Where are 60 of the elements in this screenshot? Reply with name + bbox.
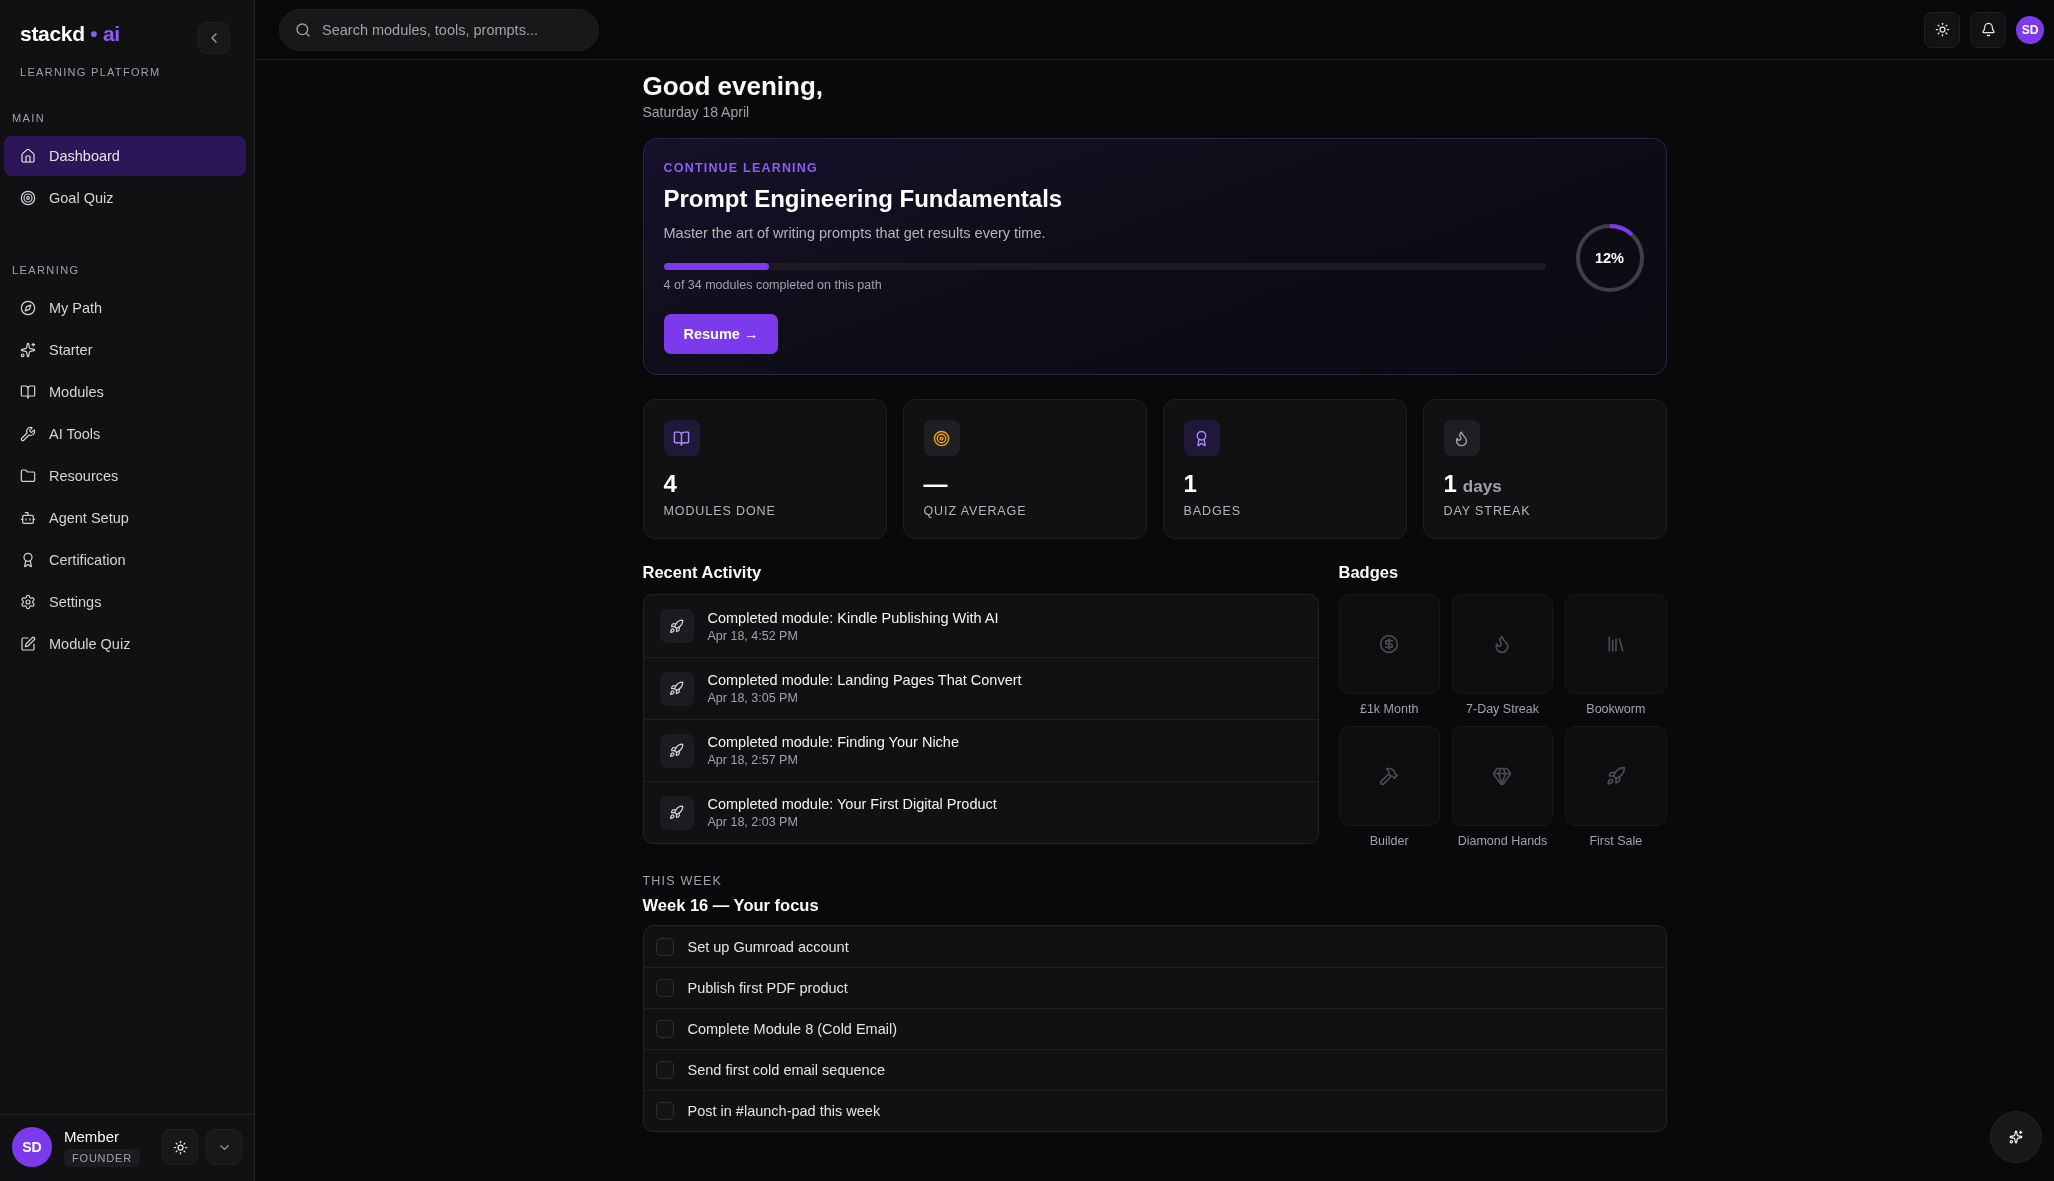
activity-text: Completed module: Kindle Publishing With AI: [707, 609, 999, 626]
course-title: Prompt Engineering Fundamentals: [663, 185, 1064, 213]
brand-subtitle: LEARNING PLATFORM: [20, 66, 162, 78]
user-avatar[interactable]: SD: [12, 1127, 52, 1167]
stat-value: 1: [1443, 470, 1457, 498]
stat-unit: days: [1462, 477, 1502, 497]
nav-section-title: LEARNING: [11, 264, 81, 276]
task-label: Post in #launch-pad this week: [687, 1103, 881, 1119]
badge-label: Builder: [1369, 834, 1409, 848]
greeting-title: Good evening,: [642, 70, 825, 102]
activity-text: Completed module: Finding Your Niche: [707, 734, 959, 750]
nav-section-title: MAIN: [11, 112, 47, 124]
nav-item[interactable]: Certification: [4, 540, 246, 580]
activity-time: Apr 18, 4:52 PM: [707, 628, 799, 643]
course-description: Master the art of writing prompts that get results every time.: [663, 225, 1047, 241]
nav-item[interactable]: Goal Quiz: [4, 178, 246, 218]
task-label: Set up Gumroad account: [687, 938, 849, 955]
role-tag: FOUNDER: [64, 1148, 140, 1167]
stat-value: 1: [1183, 470, 1197, 498]
nav-item[interactable]: Modules: [4, 372, 246, 412]
stat-label: DAY STREAK: [1443, 504, 1532, 518]
section-title: Recent Activity: [642, 563, 763, 582]
user-avatar[interactable]: SD: [2016, 15, 2044, 44]
resume-button[interactable]: Resume →: [663, 314, 779, 354]
nav-item[interactable]: Resources: [4, 456, 246, 496]
brand-logo: stackd • ai: [20, 22, 120, 46]
card-eyebrow: CONTINUE LEARNING: [663, 161, 819, 175]
activity-text: Completed module: Your First Digital Product: [707, 796, 997, 812]
nav-item[interactable]: Module Quiz: [4, 624, 246, 664]
badge-label: First Sale: [1589, 834, 1643, 848]
progress-percent: 12%: [1595, 249, 1624, 266]
task-label: Publish first PDF product: [687, 980, 848, 996]
stat-value: 4: [663, 470, 677, 498]
stat-label: BADGES: [1183, 504, 1242, 518]
section-title: Badges: [1338, 563, 1400, 582]
activity-time: Apr 18, 2:03 PM: [707, 815, 799, 829]
badge-label: £1k Month: [1359, 702, 1419, 716]
search-field[interactable]: Search modules, tools, prompts...: [279, 8, 599, 51]
badge-label: Diamond Hands: [1457, 834, 1548, 848]
progress-caption: 4 of 34 modules completed on this path: [663, 278, 883, 292]
section-title: Week 16 — Your focus: [642, 896, 820, 915]
badge-label: Bookworm: [1586, 702, 1646, 716]
activity-time: Apr 18, 2:57 PM: [707, 753, 799, 767]
activity-time: Apr 18, 3:05 PM: [707, 691, 799, 705]
nav-item[interactable]: My Path: [4, 288, 246, 328]
date-text: Saturday 18 April: [642, 104, 751, 120]
nav-item[interactable]: AI Tools: [4, 414, 246, 454]
task-label: Send first cold email sequence: [687, 1062, 885, 1078]
nav-item[interactable]: Starter: [4, 330, 246, 370]
activity-text: Completed module: Landing Pages That Convert: [707, 672, 1022, 688]
section-eyebrow: THIS WEEK: [642, 874, 724, 888]
nav-item[interactable]: Settings: [4, 582, 246, 622]
task-label: Complete Module 8 (Cold Email): [687, 1021, 898, 1037]
nav-item[interactable]: Dashboard: [4, 136, 246, 176]
stat-value: —: [923, 470, 948, 498]
stat-label: MODULES DONE: [663, 504, 777, 518]
nav-item[interactable]: Agent Setup: [4, 498, 246, 538]
stat-label: QUIZ AVERAGE: [923, 504, 1028, 518]
badge-label: 7-Day Streak: [1466, 702, 1539, 716]
user-name: Member: [64, 1127, 120, 1145]
